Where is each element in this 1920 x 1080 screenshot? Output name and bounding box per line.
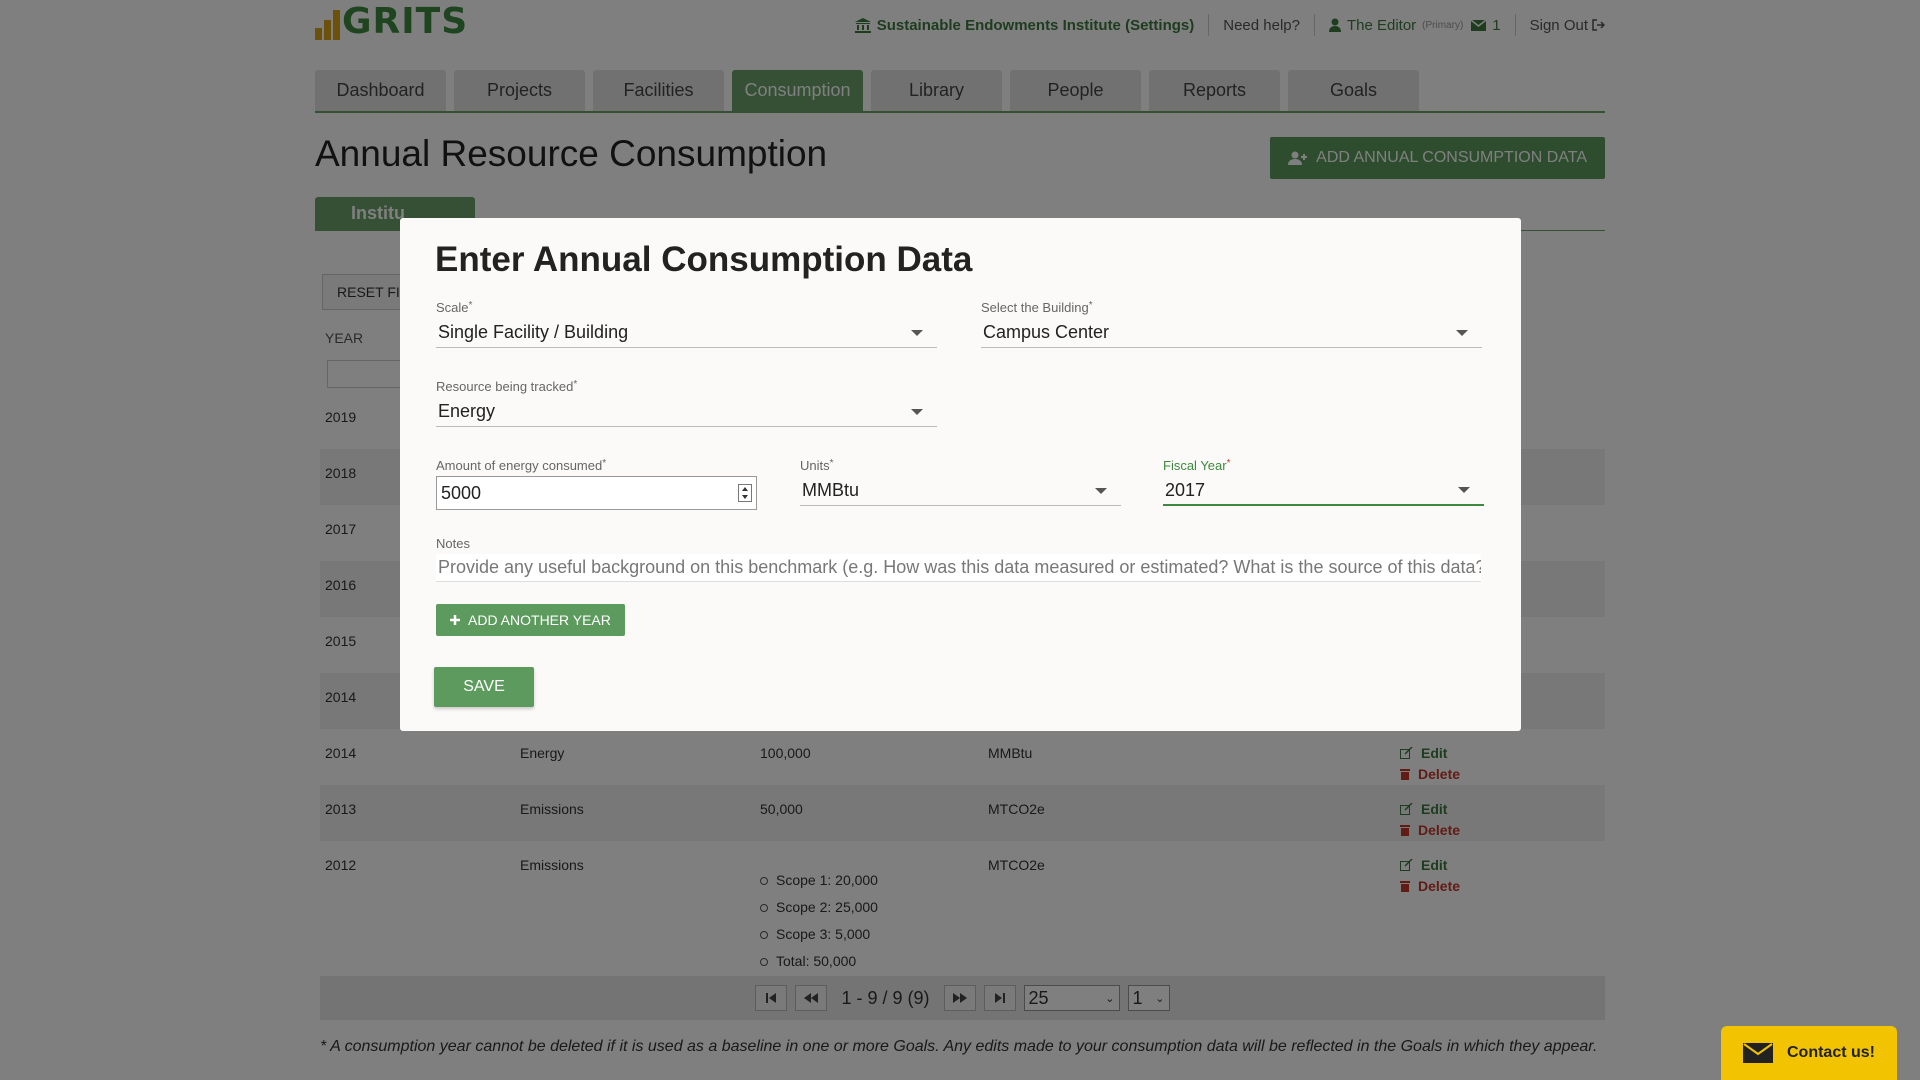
- resource-label-text: Resource being tracked: [436, 379, 574, 394]
- amount-label: Amount of energy consumed*: [436, 458, 757, 473]
- consumption-modal: Enter Annual Consumption Data Scale* Sin…: [400, 218, 1521, 731]
- amount-value: 5000: [441, 482, 482, 503]
- building-value: Campus Center: [983, 322, 1110, 342]
- scale-label-text: Scale: [436, 300, 469, 315]
- notes-input[interactable]: Provide any useful background on this be…: [436, 554, 1481, 582]
- save-button[interactable]: SAVE: [434, 667, 534, 707]
- caret-down-icon: [1456, 329, 1468, 336]
- required-marker: *: [829, 458, 834, 469]
- modal-title: Enter Annual Consumption Data: [435, 240, 973, 279]
- caret-down-icon: [911, 408, 923, 415]
- resource-select[interactable]: Energy: [436, 397, 937, 427]
- building-label: Select the Building*: [981, 300, 1482, 315]
- notes-label: Notes: [436, 536, 470, 551]
- units-value: MMBtu: [802, 480, 860, 500]
- units-label-text: Units: [800, 458, 830, 473]
- caret-down-icon: [1458, 487, 1470, 493]
- building-field: Select the Building* Campus Center: [981, 300, 1482, 348]
- building-select[interactable]: Campus Center: [981, 318, 1482, 348]
- resource-label: Resource being tracked*: [436, 379, 937, 394]
- add-another-year-button[interactable]: ADD ANOTHER YEAR: [436, 604, 625, 636]
- scale-label: Scale*: [436, 300, 937, 315]
- required-marker: *: [1088, 300, 1093, 311]
- amount-label-text: Amount of energy consumed: [436, 458, 603, 473]
- envelope-icon: [1743, 1043, 1773, 1063]
- resource-value: Energy: [438, 401, 496, 421]
- scale-select[interactable]: Single Facility / Building: [436, 318, 937, 348]
- resource-field: Resource being tracked* Energy: [436, 379, 937, 427]
- add-year-label: ADD ANOTHER YEAR: [468, 612, 611, 628]
- units-label: Units*: [800, 458, 1121, 473]
- fiscal-year-label-text: Fiscal Year: [1163, 458, 1227, 473]
- plus-icon: [450, 615, 460, 625]
- required-marker: *: [468, 300, 473, 311]
- fiscal-year-value: 2017: [1165, 479, 1206, 500]
- contact-us-button[interactable]: Contact us!: [1721, 1026, 1897, 1080]
- amount-input[interactable]: 5000: [436, 476, 757, 510]
- required-marker: *: [573, 379, 578, 390]
- scale-value: Single Facility / Building: [438, 322, 629, 342]
- building-label-text: Select the Building: [981, 300, 1089, 315]
- fiscal-year-select[interactable]: 2017: [1163, 476, 1484, 506]
- caret-down-icon: [1095, 487, 1107, 494]
- units-field: Units* MMBtu: [800, 458, 1121, 506]
- number-spinner-icon[interactable]: [738, 484, 752, 502]
- fiscal-year-field: Fiscal Year* 2017: [1163, 458, 1484, 506]
- caret-down-icon: [911, 329, 923, 336]
- fiscal-year-label: Fiscal Year*: [1163, 458, 1484, 473]
- scale-field: Scale* Single Facility / Building: [436, 300, 937, 348]
- units-select[interactable]: MMBtu: [800, 476, 1121, 506]
- required-marker: *: [602, 458, 607, 469]
- notes-field: Notes Provide any useful background on t…: [436, 536, 1481, 582]
- amount-field: Amount of energy consumed* 5000: [436, 458, 757, 510]
- contact-label: Contact us!: [1787, 1044, 1875, 1061]
- required-marker: *: [1226, 458, 1231, 469]
